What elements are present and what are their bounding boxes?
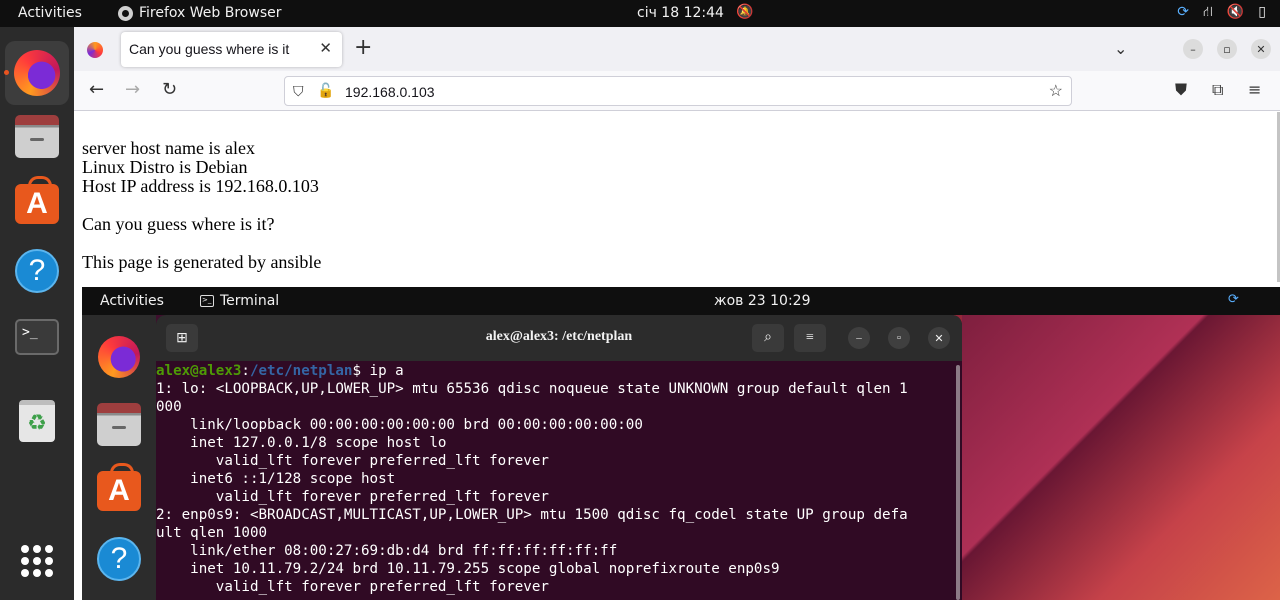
- screenshot-firefox-icon: [95, 333, 143, 381]
- output-line: link/ether 08:00:27:69:db:d4 brd ff:ff:f…: [156, 543, 618, 559]
- terminal-close-icon: ✕: [928, 327, 950, 349]
- output-line: valid_lft forever preferred_lft forever: [156, 489, 549, 505]
- bookmark-star-icon[interactable]: ☆: [1049, 81, 1063, 101]
- tracking-shield-icon[interactable]: ⛉: [293, 83, 304, 100]
- terminal-icon: >_: [15, 319, 59, 355]
- tab-close-icon[interactable]: ✕: [319, 39, 332, 57]
- page-content: server host name is alex Linux Distro is…: [74, 112, 1280, 600]
- vpn-icon: ⟳: [1177, 4, 1189, 20]
- show-apps-icon: [21, 545, 53, 577]
- activities-button[interactable]: Activities: [18, 5, 82, 21]
- help-icon: ?: [15, 249, 59, 293]
- hostname-line: server host name is alex: [82, 138, 255, 158]
- output-line: 1: lo: <LOOPBACK,UP,LOWER_UP> mtu 65536 …: [156, 381, 908, 397]
- clock[interactable]: січ 18 12:44: [637, 5, 724, 21]
- network-icon: ⛙: [1203, 4, 1213, 20]
- terminal-screenshot-image: Activities >_ Terminal жов 23 10:29 ⟳ A …: [82, 287, 1280, 600]
- terminal-headerbar: ⊞ alex@alex3: /etc/netplan ⌕ ≡ – ▫ ✕: [156, 315, 962, 361]
- output-line: link/loopback 00:00:00:00:00:00 brd 00:0…: [156, 417, 643, 433]
- running-indicator: [4, 70, 9, 75]
- firefox-icon: [14, 50, 60, 96]
- screenshot-software-icon: A: [95, 463, 143, 515]
- screenshot-dock: A ?: [82, 315, 156, 600]
- top-bar: Activities Firefox Web Browser січ 18 12…: [0, 0, 1280, 27]
- screenshot-files-icon: [95, 403, 143, 451]
- ubuntu-software-icon: A: [15, 176, 59, 224]
- screenshot-vpn-icon: ⟳: [1228, 292, 1239, 307]
- app-menu-icon[interactable]: ≡: [1248, 80, 1261, 99]
- app-name: Firefox Web Browser: [139, 5, 282, 21]
- firefox-view-icon[interactable]: [87, 42, 103, 58]
- reload-icon[interactable]: ↻: [162, 79, 177, 100]
- output-line: valid_lft forever preferred_lft forever: [156, 453, 549, 469]
- trash-icon: ♻: [19, 400, 55, 442]
- volume-muted-icon: 🔇: [1226, 4, 1245, 20]
- terminal-maximize-icon: ▫: [888, 327, 910, 349]
- output-line: inet 127.0.0.1/8 scope host lo: [156, 435, 447, 451]
- screenshot-app-name: Terminal: [220, 293, 280, 309]
- output-line: 000: [156, 399, 182, 415]
- pocket-icon[interactable]: ⛊: [1175, 80, 1187, 100]
- distro-line: Linux Distro is Debian: [82, 157, 248, 177]
- dock-trash[interactable]: ♻: [5, 389, 69, 453]
- dock-help[interactable]: ?: [5, 239, 69, 303]
- terminal-minimize-icon: –: [848, 327, 870, 349]
- maximize-button[interactable]: ▫: [1217, 39, 1237, 59]
- back-arrow-icon[interactable]: ←: [89, 79, 104, 100]
- wallpaper-decoration: [962, 315, 1280, 600]
- dock-software[interactable]: A: [5, 172, 69, 236]
- url-text[interactable]: 192.168.0.103: [345, 84, 435, 100]
- screenshot-help-icon: ?: [95, 535, 143, 583]
- close-window-button[interactable]: ✕: [1251, 39, 1271, 59]
- tab-active[interactable]: Can you guess where is it ✕: [121, 32, 342, 67]
- question-line: Can you guess where is it?: [82, 214, 275, 234]
- screenshot-clock: жов 23 10:29: [714, 293, 811, 309]
- ip-line: Host IP address is 192.168.0.103: [82, 176, 319, 196]
- terminal-output: alex@alex3:/etc/netplan$ ip a 1: lo: <LO…: [156, 361, 956, 600]
- notifications-muted-icon: 🔕: [736, 4, 754, 20]
- url-bar[interactable]: ⛉ 🔓 192.168.0.103 ☆: [284, 76, 1072, 106]
- system-tray[interactable]: ⟳ ⛙ 🔇 ▯: [1177, 4, 1266, 22]
- terminal-scrollbar: [956, 365, 960, 600]
- screenshot-activities: Activities: [100, 293, 164, 309]
- terminal-title: alex@alex3: /etc/netplan: [485, 329, 633, 344]
- screenshot-top-bar: Activities >_ Terminal жов 23 10:29 ⟳: [82, 287, 1280, 315]
- app-menu[interactable]: Firefox Web Browser: [118, 5, 282, 21]
- dock-firefox[interactable]: [4, 41, 69, 105]
- battery-icon: ▯: [1258, 4, 1266, 20]
- tab-bar: Can you guess where is it ✕ + ⌄ – ▫ ✕: [74, 27, 1280, 71]
- forward-arrow-icon[interactable]: →: [125, 79, 140, 100]
- insecure-lock-icon[interactable]: 🔓: [317, 82, 334, 99]
- output-line: ult qlen 1000: [156, 525, 268, 541]
- dock: A ? >_ ♻: [0, 27, 74, 600]
- terminal-menu-icon: ≡: [794, 324, 826, 352]
- screenshot-app-menu: >_ Terminal: [200, 293, 279, 309]
- output-line: inet6 ::1/128 scope host: [156, 471, 396, 487]
- minimize-button[interactable]: –: [1183, 39, 1203, 59]
- new-tab-button[interactable]: +: [354, 37, 372, 59]
- nav-bar: ← → ↻ ⛉ 🔓 192.168.0.103 ☆ ⛊ ⧉ ≡: [74, 71, 1280, 111]
- files-icon: [15, 115, 59, 158]
- terminal-search-icon: ⌕: [752, 324, 784, 352]
- dock-terminal[interactable]: >_: [5, 305, 69, 369]
- firefox-mini-icon: [118, 5, 133, 21]
- list-tabs-chevron-icon[interactable]: ⌄: [1114, 39, 1127, 58]
- generated-line: This page is generated by ansible: [82, 252, 322, 272]
- tab-title: Can you guess where is it: [129, 41, 290, 57]
- terminal-window: ⊞ alex@alex3: /etc/netplan ⌕ ≡ – ▫ ✕ ale…: [156, 315, 962, 600]
- extensions-icon[interactable]: ⧉: [1212, 80, 1223, 100]
- firefox-window: Can you guess where is it ✕ + ⌄ – ▫ ✕ ← …: [74, 27, 1280, 600]
- output-line: 2: enp0s9: <BROADCAST,MULTICAST,UP,LOWER…: [156, 507, 908, 523]
- prompt-line: alex@alex3:/etc/netplan$ ip a: [156, 363, 404, 379]
- output-line: valid_lft forever preferred_lft forever: [156, 579, 549, 595]
- terminal-mini-icon: >_: [200, 295, 214, 307]
- dock-files[interactable]: [5, 107, 69, 171]
- output-line: inet 10.11.79.2/24 brd 10.11.79.255 scop…: [156, 561, 780, 577]
- dock-show-apps[interactable]: [5, 529, 69, 593]
